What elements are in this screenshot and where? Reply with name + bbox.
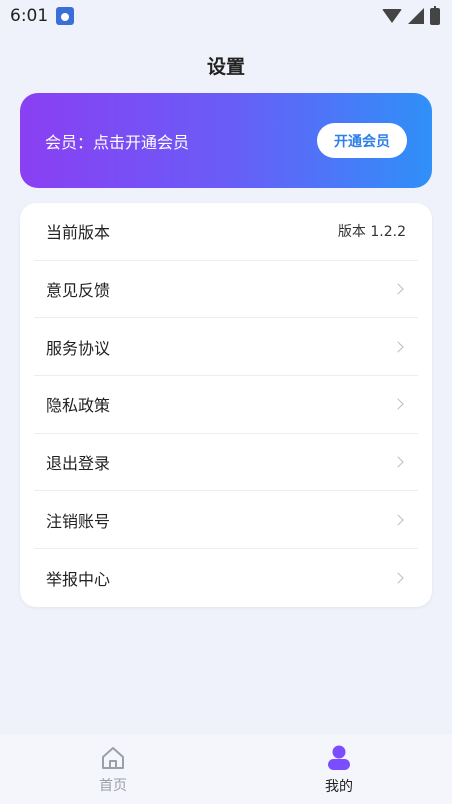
settings-row-label: 退出登录 xyxy=(46,454,111,474)
chevron-right-icon xyxy=(392,398,404,411)
settings-row-logout[interactable]: 退出登录 xyxy=(34,434,418,492)
app-notification-icon xyxy=(56,7,75,25)
status-left: 6:01 xyxy=(10,6,75,26)
settings-row-report-center[interactable]: 举报中心 xyxy=(34,549,418,607)
tab-home[interactable]: 首页 xyxy=(0,734,226,804)
settings-row-label: 意见反馈 xyxy=(46,281,111,301)
tab-mine-label: 我的 xyxy=(325,779,353,795)
settings-row-label: 服务协议 xyxy=(46,338,111,358)
settings-row-label: 隐私政策 xyxy=(46,396,111,416)
bottom-tab-bar: 首页 我的 xyxy=(0,734,452,804)
chevron-right-icon xyxy=(392,514,404,526)
version-label: 当前版本 xyxy=(46,223,111,243)
settings-row-feedback[interactable]: 意见反馈 xyxy=(34,261,418,319)
settings-list: 当前版本 版本 1.2.2 意见反馈 服务协议 隐私政策 退出登录 注销账号 举… xyxy=(20,203,432,607)
settings-row-label: 注销账号 xyxy=(46,511,111,531)
signal-icon xyxy=(408,8,424,24)
chevron-right-icon xyxy=(392,283,404,295)
open-membership-button[interactable]: 开通会员 xyxy=(317,123,407,158)
chevron-right-icon xyxy=(392,456,404,468)
settings-row-privacy-policy[interactable]: 隐私政策 xyxy=(34,376,418,434)
status-time: 6:01 xyxy=(10,6,49,26)
battery-icon xyxy=(430,5,440,25)
wifi-icon xyxy=(382,9,402,23)
status-right xyxy=(382,5,440,25)
settings-row-label: 举报中心 xyxy=(46,569,111,589)
user-icon xyxy=(326,744,352,772)
version-value: 版本 1.2.2 xyxy=(337,224,406,241)
tab-mine[interactable]: 我的 xyxy=(226,734,452,804)
status-bar: 6:01 xyxy=(0,0,452,32)
settings-row-service-agreement[interactable]: 服务协议 xyxy=(34,318,418,377)
settings-row-version: 当前版本 版本 1.2.2 xyxy=(34,203,418,261)
settings-row-delete-account[interactable]: 注销账号 xyxy=(34,491,418,550)
page-title: 设置 xyxy=(206,56,245,78)
chevron-right-icon xyxy=(392,341,404,353)
vip-banner[interactable]: 会员：点击开通会员 开通会员 xyxy=(20,93,432,188)
vip-banner-text: 会员：点击开通会员 xyxy=(45,132,190,152)
tab-home-label: 首页 xyxy=(99,778,127,794)
home-icon xyxy=(99,745,127,771)
chevron-right-icon xyxy=(392,572,404,584)
